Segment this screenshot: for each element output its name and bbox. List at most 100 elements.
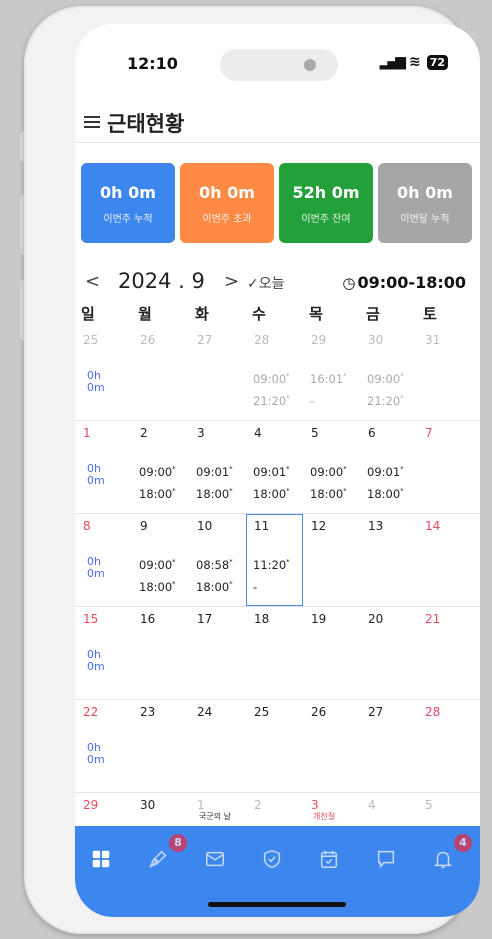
calendar-day[interactable]: 19 bbox=[303, 607, 360, 699]
day-number: 29 bbox=[83, 798, 99, 812]
month-navigation: < 2024 . 9 > ✓오늘 ◷ 09:00-18:00 bbox=[75, 269, 480, 299]
clock-out-time: 18:00* bbox=[139, 580, 176, 594]
header: 근태현황 bbox=[75, 102, 480, 143]
calendar-week: 15 0h 0m 16 17 18 19 20 21 bbox=[75, 607, 480, 700]
calendar-day[interactable]: 11 11:20* - bbox=[246, 514, 303, 606]
day-number: 30 bbox=[368, 333, 384, 347]
summary-value: 0h 0m bbox=[100, 183, 156, 202]
calendar-day[interactable]: 6 09:01* 18:00* bbox=[360, 421, 417, 513]
weekly-total: 0h 0m bbox=[87, 741, 105, 766]
day-number: 1 bbox=[83, 426, 91, 440]
day-number: 3 bbox=[197, 426, 205, 440]
calendar-day[interactable]: 30 bbox=[132, 793, 189, 827]
calendar-day[interactable]: 21 bbox=[417, 607, 474, 699]
calendar-day[interactable]: 22 0h 0m bbox=[75, 700, 132, 792]
calendar-day[interactable]: 25 0h 0m bbox=[75, 328, 132, 420]
prev-month-button[interactable]: < bbox=[85, 271, 100, 292]
status-time: 12:10 bbox=[127, 54, 178, 73]
clock-in-time: 09:00* bbox=[139, 465, 176, 479]
calendar-day[interactable]: 18 bbox=[246, 607, 303, 699]
summary-label: 이번주 잔여 bbox=[301, 214, 351, 225]
calendar-day[interactable]: 25 bbox=[246, 700, 303, 792]
calendar-day[interactable]: 3 개천절 bbox=[303, 793, 360, 827]
day-number: 29 bbox=[311, 333, 327, 347]
calendar-day[interactable]: 10 08:58* 18:00* bbox=[189, 514, 246, 606]
day-number: 9 bbox=[140, 519, 148, 533]
calendar-day[interactable]: 1 0h 0m bbox=[75, 421, 132, 513]
today-button[interactable]: ✓오늘 bbox=[247, 273, 285, 293]
screen: 12:10 ▂▄▆ ≋ 72 근태현황 0h 0m 이번주 누적 0h 0m 이번주 … bbox=[75, 24, 480, 917]
calendar-day[interactable]: 3 09:01* 18:00* bbox=[189, 421, 246, 513]
calendar-day[interactable]: 4 bbox=[360, 793, 417, 827]
calendar-day[interactable]: 31 bbox=[417, 328, 474, 420]
calendar-day[interactable]: 14 bbox=[417, 514, 474, 606]
calendar-day[interactable]: 30 09:00* 21:20* bbox=[360, 328, 417, 420]
next-month-button[interactable]: > bbox=[224, 271, 239, 292]
summary-card[interactable]: 0h 0m 이번주 누적 bbox=[81, 163, 175, 243]
calendar-day[interactable]: 26 bbox=[132, 328, 189, 420]
tab-mail[interactable] bbox=[204, 848, 230, 874]
summary-card[interactable]: 52h 0m 이번주 잔여 bbox=[279, 163, 373, 243]
day-number: 2 bbox=[254, 798, 262, 812]
day-number: 16 bbox=[140, 612, 156, 626]
calendar-day[interactable]: 20 bbox=[360, 607, 417, 699]
calendar-day[interactable]: 16 bbox=[132, 607, 189, 699]
calendar-day[interactable]: 5 09:00* 18:00* bbox=[303, 421, 360, 513]
calendar-day[interactable]: 2 09:00* 18:00* bbox=[132, 421, 189, 513]
calendar-day[interactable]: 28 bbox=[417, 700, 474, 792]
tab-bell[interactable]: 4 bbox=[432, 834, 472, 874]
day-number: 15 bbox=[83, 612, 99, 626]
calendar-day[interactable]: 28 09:00* 21:20* bbox=[246, 328, 303, 420]
tab-chat[interactable] bbox=[375, 848, 401, 874]
tab-calendar-check[interactable] bbox=[318, 848, 344, 874]
calendar-day[interactable]: 27 bbox=[189, 328, 246, 420]
day-number: 12 bbox=[311, 519, 327, 533]
menu-icon[interactable] bbox=[84, 116, 100, 128]
day-number: 25 bbox=[254, 705, 270, 719]
calendar-day[interactable]: 1 국군의 날 bbox=[189, 793, 246, 827]
calendar-day[interactable]: 2 bbox=[246, 793, 303, 827]
calendar-day[interactable]: 15 0h 0m bbox=[75, 607, 132, 699]
wifi-icon: ≋ bbox=[408, 54, 421, 70]
day-number: 17 bbox=[197, 612, 213, 626]
weekday-header: 일월화수목금토 bbox=[75, 303, 480, 323]
calendar-day[interactable]: 29 bbox=[75, 793, 132, 827]
weekly-total: 0h 0m bbox=[87, 369, 105, 394]
summary-card[interactable]: 0h 0m 이번주 초과 bbox=[180, 163, 274, 243]
tab-pen[interactable]: 8 bbox=[147, 834, 187, 874]
day-number: 24 bbox=[197, 705, 213, 719]
summary-label: 이번주 초과 bbox=[202, 214, 252, 225]
summary-card[interactable]: 0h 0m 이번달 누적 bbox=[378, 163, 472, 243]
calendar-day[interactable]: 17 bbox=[189, 607, 246, 699]
calendar-day[interactable]: 26 bbox=[303, 700, 360, 792]
clock-in-time: 16:01* bbox=[310, 372, 347, 386]
clock-out-time: - bbox=[310, 394, 315, 408]
calendar-day[interactable]: 29 16:01* - bbox=[303, 328, 360, 420]
calendar-day[interactable]: 4 09:01* 18:00* bbox=[246, 421, 303, 513]
day-number: 8 bbox=[83, 519, 91, 533]
mail-icon bbox=[204, 851, 226, 874]
calendar-day[interactable]: 24 bbox=[189, 700, 246, 792]
tab-grid[interactable] bbox=[90, 848, 116, 874]
calendar-day[interactable]: 8 0h 0m bbox=[75, 514, 132, 606]
weekday-label: 목 bbox=[309, 305, 323, 323]
day-number: 28 bbox=[254, 333, 270, 347]
calendar-day[interactable]: 7 bbox=[417, 421, 474, 513]
clock-out-time: 18:00* bbox=[196, 487, 233, 501]
clock-out-time: 18:00* bbox=[196, 580, 233, 594]
calendar-day[interactable]: 12 bbox=[303, 514, 360, 606]
camera-dot bbox=[304, 59, 316, 71]
calendar-week: 29 30 1 국군의 날 2 3 개천절 4 5 bbox=[75, 793, 480, 827]
calendar-day[interactable]: 9 09:00* 18:00* bbox=[132, 514, 189, 606]
day-number: 27 bbox=[197, 333, 213, 347]
day-number: 20 bbox=[368, 612, 384, 626]
day-number: 10 bbox=[197, 519, 213, 533]
weekday-label: 일 bbox=[81, 305, 95, 323]
tab-shield[interactable] bbox=[261, 848, 287, 874]
calendar-day[interactable]: 13 bbox=[360, 514, 417, 606]
calendar-day[interactable]: 23 bbox=[132, 700, 189, 792]
weekday-label: 금 bbox=[366, 305, 380, 323]
signal-icon: ▂▄▆ bbox=[379, 54, 406, 70]
calendar-day[interactable]: 27 bbox=[360, 700, 417, 792]
calendar-day[interactable]: 5 bbox=[417, 793, 474, 827]
